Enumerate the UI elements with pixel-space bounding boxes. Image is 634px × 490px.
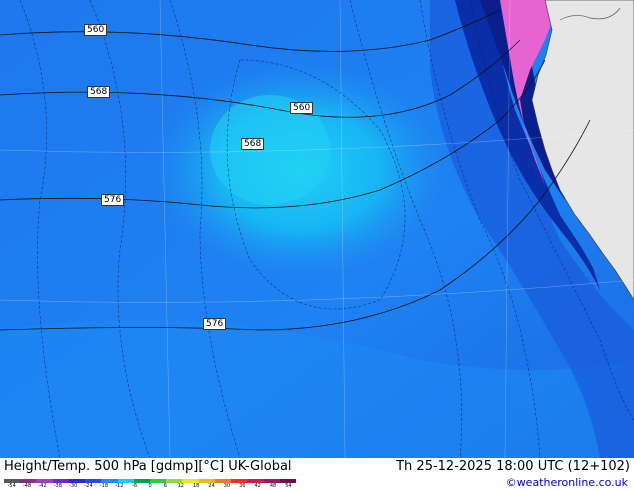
- legend-tick: -30: [69, 483, 78, 489]
- legend-tick: -42: [38, 483, 47, 489]
- legend-tick: -18: [99, 483, 109, 489]
- height-label: 560: [290, 102, 314, 114]
- height-label: 568: [241, 138, 265, 150]
- legend-tick-labels: -54 -48 -42 -38 -30 -24 -18 -12 -6 0 6 12 18 24 30 36 42…: [4, 483, 296, 489]
- legend-tick: 12: [177, 483, 184, 489]
- height-label: 568: [87, 86, 111, 98]
- legend-tick: -12: [115, 483, 124, 489]
- legend-tick: 18: [193, 483, 200, 489]
- legend-tick: 36: [239, 483, 246, 489]
- legend-tick: -24: [84, 483, 93, 489]
- chart-title: Height/Temp. 500 hPa [gdmp][°C] UK-Globa…: [4, 459, 292, 474]
- height-label: 576: [101, 194, 125, 206]
- legend-tick: 30: [223, 483, 231, 489]
- legend-tick: 42: [254, 483, 261, 489]
- footer-bar: Height/Temp. 500 hPa [gdmp][°C] UK-Globa…: [0, 458, 634, 490]
- map-canvas: [0, 0, 634, 458]
- legend-tick: -54: [7, 483, 16, 489]
- valid-time: Th 25-12-2025 18:00 UTC (12+102): [396, 459, 630, 474]
- legend-tick: 24: [208, 483, 215, 489]
- weather-map: 560 568 560 568 576 576: [0, 0, 634, 458]
- credit-link[interactable]: ©weatheronline.co.uk: [506, 476, 628, 489]
- legend-tick: -38: [53, 483, 62, 489]
- height-label: 576: [203, 318, 227, 330]
- legend-tick: -6: [132, 483, 138, 489]
- legend-tick: 54: [285, 483, 292, 489]
- legend-tick: 0: [148, 483, 152, 489]
- legend-tick: 48: [269, 483, 277, 489]
- legend-tick: -48: [22, 483, 32, 489]
- color-legend: -54 -48 -42 -38 -30 -24 -18 -12 -6 0 6 12 18 24 30 36 42…: [4, 479, 296, 489]
- height-label: 560: [84, 24, 108, 36]
- legend-tick: 6: [163, 483, 168, 489]
